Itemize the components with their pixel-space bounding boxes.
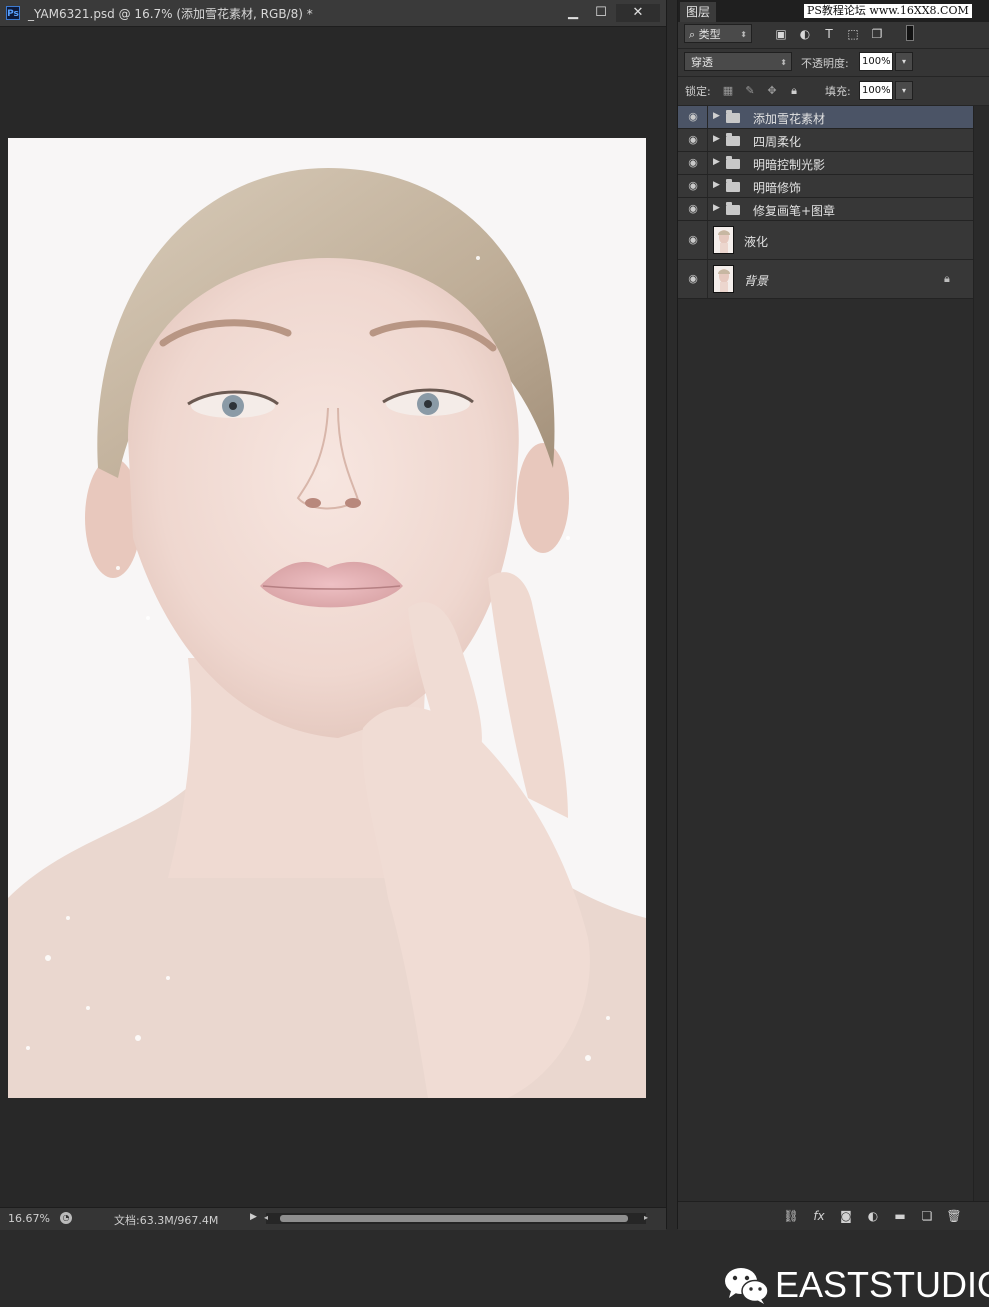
visibility-eye-icon[interactable]: ◉	[687, 234, 699, 246]
lock-position-icon[interactable]: ✥	[765, 84, 779, 98]
layer-list: ◉ ▶ 添加雪花素材 ◉ ▶ 四周柔化 ◉ ▶ 明暗控制光影 ◉ ▶ 明暗修饰	[678, 106, 989, 1305]
blend-mode-select[interactable]: 穿透 ⬍	[684, 52, 792, 71]
select-arrows-icon: ⬍	[740, 30, 747, 39]
search-icon: ⌕	[689, 28, 696, 41]
status-menu-arrow-icon[interactable]: ▶	[250, 1212, 257, 1222]
expand-arrow-icon[interactable]: ▶	[713, 180, 720, 190]
document-title: _YAM6321.psd @ 16.7% (添加雪花素材, RGB/8) *	[28, 7, 313, 21]
visibility-eye-icon[interactable]: ◉	[687, 273, 699, 285]
document-titlebar[interactable]: Ps _YAM6321.psd @ 16.7% (添加雪花素材, RGB/8) …	[0, 0, 666, 27]
adjustment-filter-icon[interactable]: ◐	[797, 26, 813, 42]
document-size-info: 文档:63.3M/967.4M	[114, 1214, 219, 1227]
fill-field[interactable]: 100%	[859, 81, 893, 100]
opacity-field[interactable]: 100%	[859, 52, 893, 71]
layer-name: 液化	[744, 235, 769, 249]
minimize-button[interactable]: ▁	[560, 4, 586, 22]
select-arrows-icon: ⬍	[780, 58, 787, 67]
layer-name: 四周柔化	[753, 135, 802, 149]
folder-icon	[726, 179, 740, 192]
filter-type-select[interactable]: ⌕ 类型 ⬍	[684, 24, 752, 43]
link-layers-icon[interactable]: ⛓	[783, 1208, 799, 1224]
canvas-photo[interactable]	[8, 138, 646, 1098]
layer-row-group[interactable]: ◉ ▶ 四周柔化	[678, 129, 973, 152]
lock-label: 锁定:	[685, 85, 711, 98]
new-group-icon[interactable]: ▬	[892, 1208, 908, 1224]
layer-row-pixel[interactable]: ◉ 液化	[678, 221, 973, 260]
visibility-eye-icon[interactable]: ◉	[687, 157, 699, 169]
document-window: Ps _YAM6321.psd @ 16.7% (添加雪花素材, RGB/8) …	[0, 0, 667, 1230]
expand-arrow-icon[interactable]: ▶	[713, 157, 720, 167]
layer-style-fx-icon[interactable]: fx	[811, 1208, 827, 1224]
layer-thumbnail	[713, 265, 734, 293]
visibility-eye-icon[interactable]: ◉	[687, 111, 699, 123]
layer-name: 添加雪花素材	[753, 112, 826, 126]
tab-layers[interactable]: 图层	[680, 2, 717, 22]
lock-all-icon[interactable]: 🔒︎	[787, 84, 801, 98]
shape-filter-icon[interactable]: ⬚	[845, 26, 861, 42]
layer-name: 修复画笔+图章	[753, 204, 836, 218]
layer-row-group[interactable]: ◉ ▶ 修复画笔+图章	[678, 198, 973, 221]
fill-dropdown-button[interactable]: ▾	[895, 81, 913, 100]
zoom-level-field[interactable]: 16.67%	[8, 1212, 50, 1225]
lock-image-pixels-icon[interactable]: ✎	[743, 84, 757, 98]
brand-text: EASTSTUDIO	[775, 1264, 989, 1305]
forum-watermark: PS教程论坛 www.16XX8.COM	[804, 4, 972, 18]
smart-object-filter-icon[interactable]: ❐	[869, 26, 885, 42]
folder-icon	[726, 133, 740, 146]
wechat-icon	[725, 1268, 769, 1304]
layer-row-background[interactable]: ◉ 背景 🔒︎	[678, 260, 973, 299]
type-filter-icon[interactable]: T	[821, 26, 837, 42]
layers-panel-footer: ⛓ fx ◙ ◐ ▬ ❏ 🗑︎	[678, 1201, 989, 1230]
lock-transparency-icon[interactable]: ▦	[721, 84, 735, 98]
folder-icon	[726, 202, 740, 215]
scrollbar-thumb[interactable]	[280, 1215, 628, 1222]
opacity-label: 不透明度:	[801, 57, 849, 70]
canvas-area[interactable]	[6, 27, 660, 1207]
layer-row-group[interactable]: ◉ ▶ 明暗修饰	[678, 175, 973, 198]
filter-toggle-switch[interactable]	[906, 25, 914, 41]
status-info-icon[interactable]: ◔	[60, 1212, 72, 1224]
lock-row: 锁定: ▦ ✎ ✥ 🔒︎ 填充: 100% ▾	[678, 77, 989, 106]
visibility-eye-icon[interactable]: ◉	[687, 134, 699, 146]
layer-lock-icon: 🔒︎	[944, 272, 950, 285]
panel-tab-bar: 图层 PS教程论坛 www.16XX8.COM	[678, 0, 989, 22]
layer-name: 背景	[744, 274, 769, 288]
delete-layer-icon[interactable]: 🗑︎	[946, 1208, 962, 1224]
add-mask-icon[interactable]: ◙	[838, 1208, 854, 1224]
scroll-right-icon[interactable]: ▸	[644, 1213, 648, 1222]
fill-label: 填充:	[825, 85, 851, 98]
folder-icon	[726, 110, 740, 123]
layer-list-scrollbar[interactable]	[973, 106, 989, 1201]
expand-arrow-icon[interactable]: ▶	[713, 111, 720, 121]
new-layer-icon[interactable]: ❏	[919, 1208, 935, 1224]
visibility-eye-icon[interactable]: ◉	[687, 180, 699, 192]
image-filter-icon[interactable]: ▣	[773, 26, 789, 42]
blend-mode-value: 穿透	[691, 56, 713, 69]
expand-arrow-icon[interactable]: ▶	[713, 134, 720, 144]
expand-arrow-icon[interactable]: ▶	[713, 203, 720, 213]
filter-type-label: 类型	[698, 28, 721, 41]
layer-filter-row: ⌕ 类型 ⬍ ▣ ◐ T ⬚ ❐	[678, 22, 989, 49]
status-bar: 16.67% ◔ 文档:63.3M/967.4M ▶ ◂ ▸	[0, 1207, 666, 1230]
layers-panel: 图层 PS教程论坛 www.16XX8.COM ⌕ 类型 ⬍ ▣ ◐ T ⬚ ❐…	[677, 0, 989, 1305]
scroll-left-icon[interactable]: ◂	[264, 1213, 268, 1222]
visibility-eye-icon[interactable]: ◉	[687, 203, 699, 215]
portrait-image	[8, 138, 646, 1098]
folder-icon	[726, 156, 740, 169]
photoshop-logo-icon: Ps	[6, 6, 20, 20]
layer-thumbnail	[713, 226, 734, 254]
layer-name: 明暗控制光影	[753, 158, 826, 172]
layer-row-group[interactable]: ◉ ▶ 明暗控制光影	[678, 152, 973, 175]
blend-row: 穿透 ⬍ 不透明度: 100% ▾	[678, 49, 989, 77]
layer-row-group[interactable]: ◉ ▶ 添加雪花素材	[678, 106, 973, 129]
opacity-dropdown-button[interactable]: ▾	[895, 52, 913, 71]
adjustment-layer-icon[interactable]: ◐	[865, 1208, 881, 1224]
layer-name: 明暗修饰	[753, 181, 802, 195]
close-button[interactable]: ✕	[616, 4, 660, 22]
maximize-button[interactable]: ☐	[588, 4, 614, 22]
horizontal-scrollbar[interactable]: ◂ ▸	[264, 1213, 648, 1224]
